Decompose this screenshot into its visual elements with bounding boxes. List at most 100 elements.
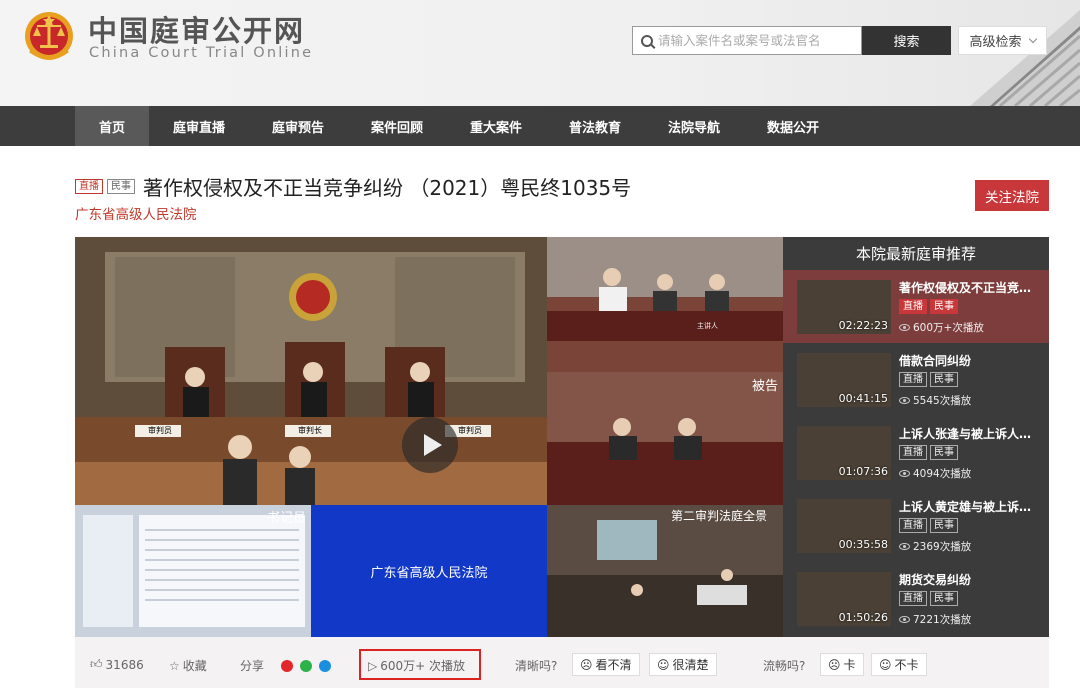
- nav-item-review[interactable]: 案件回顾: [359, 106, 435, 146]
- unclear-label: 看不清: [595, 658, 632, 672]
- nav-item-live[interactable]: 庭审直播: [161, 106, 237, 146]
- favorite-button[interactable]: ☆ 收藏: [169, 657, 207, 674]
- video-action-bar: 👍︎ 31686 ☆ 收藏 分享 ▷ 600万+ 次播放 清晰吗? ☹ 看不清 …: [75, 637, 1049, 688]
- live-tag: 直播: [899, 591, 927, 606]
- advanced-search-label: 高级检索: [969, 35, 1022, 50]
- like-count: 31686: [105, 657, 144, 672]
- play-button[interactable]: [402, 417, 458, 473]
- nav-item-home[interactable]: 首页: [75, 106, 149, 146]
- thumbs-up-icon: 👍︎: [90, 657, 103, 671]
- play-count: 5545次播放: [913, 395, 972, 407]
- share-group: 分享: [240, 657, 332, 674]
- qq-icon[interactable]: [319, 659, 332, 672]
- overview-scene: [547, 505, 783, 637]
- play-count: 2369次播放: [913, 541, 972, 553]
- case-type-tag: 民事: [930, 518, 958, 533]
- document-pane: 书记员: [75, 505, 311, 637]
- search-icon: [641, 34, 653, 47]
- overview-camera-pane: 第二审判法庭全景: [547, 505, 783, 637]
- court-name-pane: 广东省高级人民法院: [311, 505, 547, 637]
- recommendation-item[interactable]: 02:22:23 著作权侵权及不正当竞争纠纷（2021）粤民终1035号 直播民…: [783, 270, 1049, 343]
- chevron-down-icon: [1028, 34, 1037, 43]
- defendant-scene: [547, 372, 783, 505]
- live-tag: 直播: [899, 518, 927, 533]
- sad-face-icon: ☹: [580, 657, 593, 672]
- wechat-icon[interactable]: [300, 659, 313, 672]
- chief-judge-label: 审判长: [298, 426, 322, 435]
- recommendation-item[interactable]: 01:07:36 上诉人张逢与被上诉人某公司纠纷 直播民事 4094次播放: [783, 416, 1049, 489]
- video-player[interactable]: 审判员 审判长 审判员 主讲人 被告 书记员 广东省高级人民法院 第二审判法庭全…: [75, 237, 783, 637]
- play-circle-icon: ▷: [368, 658, 378, 673]
- star-icon: ☆: [169, 658, 180, 673]
- video-duration: 00:41:15: [838, 392, 888, 405]
- share-label: 分享: [240, 659, 265, 673]
- live-tag: 直播: [899, 445, 927, 460]
- recommendation-title: 著作权侵权及不正当竞争纠纷（2021）粤民终1035号: [899, 281, 1039, 295]
- case-type-tag: 民事: [107, 179, 135, 194]
- overview-label: 第二审判法庭全景: [671, 509, 768, 523]
- judge-label: 审判员: [148, 426, 172, 435]
- sad-face-icon: ☹: [828, 657, 841, 672]
- recommendation-sidebar: 本院最新庭审推荐 02:22:23 著作权侵权及不正当竞争纠纷（2021）粤民终…: [783, 237, 1049, 637]
- clarity-question: 清晰吗?: [515, 659, 558, 673]
- advanced-search-button[interactable]: 高级检索: [958, 26, 1047, 55]
- video-duration: 01:50:26: [838, 611, 888, 624]
- smooth-label: 不卡: [894, 658, 919, 672]
- search-input[interactable]: [658, 33, 848, 48]
- main-camera-pane: 审判员 审判长 审判员: [75, 237, 547, 505]
- live-tag: 直播: [75, 179, 103, 194]
- eye-icon: [899, 470, 910, 477]
- presenter-label: 主讲人: [697, 322, 718, 330]
- eye-icon: [899, 324, 910, 331]
- plaintiff-camera-pane: 主讲人: [547, 237, 783, 372]
- court-link[interactable]: 广东省高级人民法院: [75, 203, 197, 223]
- search-button[interactable]: 搜索: [862, 26, 951, 55]
- main-nav: 首页 庭审直播 庭审预告 案件回顾 重大案件 普法教育 法院导航 数据公开: [0, 106, 1080, 146]
- smoothness-question: 流畅吗?: [763, 659, 806, 673]
- laggy-label: 卡: [843, 658, 856, 672]
- nav-item-education[interactable]: 普法教育: [557, 106, 633, 146]
- video-thumbnail: 00:41:15: [797, 353, 891, 407]
- nav-item-court-nav[interactable]: 法院导航: [656, 106, 732, 146]
- video-thumbnail: 01:50:26: [797, 572, 891, 626]
- eye-icon: [899, 616, 910, 623]
- pane-court-name: 广东省高级人民法院: [370, 565, 488, 581]
- live-tag: 直播: [899, 372, 927, 387]
- plaintiff-scene: [547, 237, 783, 372]
- video-thumbnail: 02:22:23: [797, 280, 891, 334]
- case-title: 著作权侵权及不正当竞争纠纷 （2021）粤民终1035号: [143, 176, 632, 200]
- smile-face-icon: ☺: [879, 657, 892, 672]
- site-title[interactable]: 中国庭审公开网: [88, 8, 305, 50]
- video-duration: 02:22:23: [838, 319, 888, 332]
- nav-item-data[interactable]: 数据公开: [755, 106, 831, 146]
- eye-icon: [899, 397, 910, 404]
- clear-button[interactable]: ☺ 很清楚: [649, 653, 717, 676]
- follow-court-button[interactable]: 关注法院: [975, 180, 1049, 211]
- video-thumbnail: 01:07:36: [797, 426, 891, 480]
- unclear-button[interactable]: ☹ 看不清: [572, 653, 640, 676]
- like-button[interactable]: 👍︎ 31686: [90, 657, 144, 672]
- sidebar-title: 本院最新庭审推荐: [855, 245, 976, 263]
- weibo-icon[interactable]: [281, 659, 294, 672]
- recommendation-title: 上诉人张逢与被上诉人某公司纠纷: [899, 427, 1039, 441]
- eye-icon: [899, 543, 910, 550]
- nav-item-preview[interactable]: 庭审预告: [260, 106, 336, 146]
- recommendation-title: 期货交易纠纷: [899, 573, 972, 587]
- play-count: 600万+次播放: [913, 322, 984, 334]
- video-duration: 01:07:36: [838, 465, 888, 478]
- court-emblem-logo: [25, 12, 73, 60]
- site-header: 中国庭审公开网 China Court Trial Online 搜索 高级检索: [0, 0, 1080, 106]
- total-play-count: ▷ 600万+ 次播放: [368, 657, 465, 674]
- clear-label: 很清楚: [672, 658, 709, 672]
- favorite-label: 收藏: [182, 659, 207, 673]
- recommendation-item[interactable]: 00:41:15 借款合同纠纷 直播 民事 5545次播放: [783, 343, 1049, 416]
- recommendation-item[interactable]: 00:35:58 上诉人黄定雄与被上诉人纠纷 直播民事 2369次播放: [783, 489, 1049, 562]
- nav-item-major-cases[interactable]: 重大案件: [458, 106, 534, 146]
- smooth-button[interactable]: ☺ 不卡: [871, 653, 927, 676]
- video-thumbnail: 00:35:58: [797, 499, 891, 553]
- play-count: 4094次播放: [913, 468, 972, 480]
- recommendation-item[interactable]: 01:50:26 期货交易纠纷 直播 民事 7221次播放: [783, 562, 1049, 635]
- laggy-button[interactable]: ☹ 卡: [820, 653, 864, 676]
- play-count: 7221次播放: [913, 614, 972, 626]
- case-title-row: 直播 民事 著作权侵权及不正当竞争纠纷 （2021）粤民终1035号: [75, 172, 631, 201]
